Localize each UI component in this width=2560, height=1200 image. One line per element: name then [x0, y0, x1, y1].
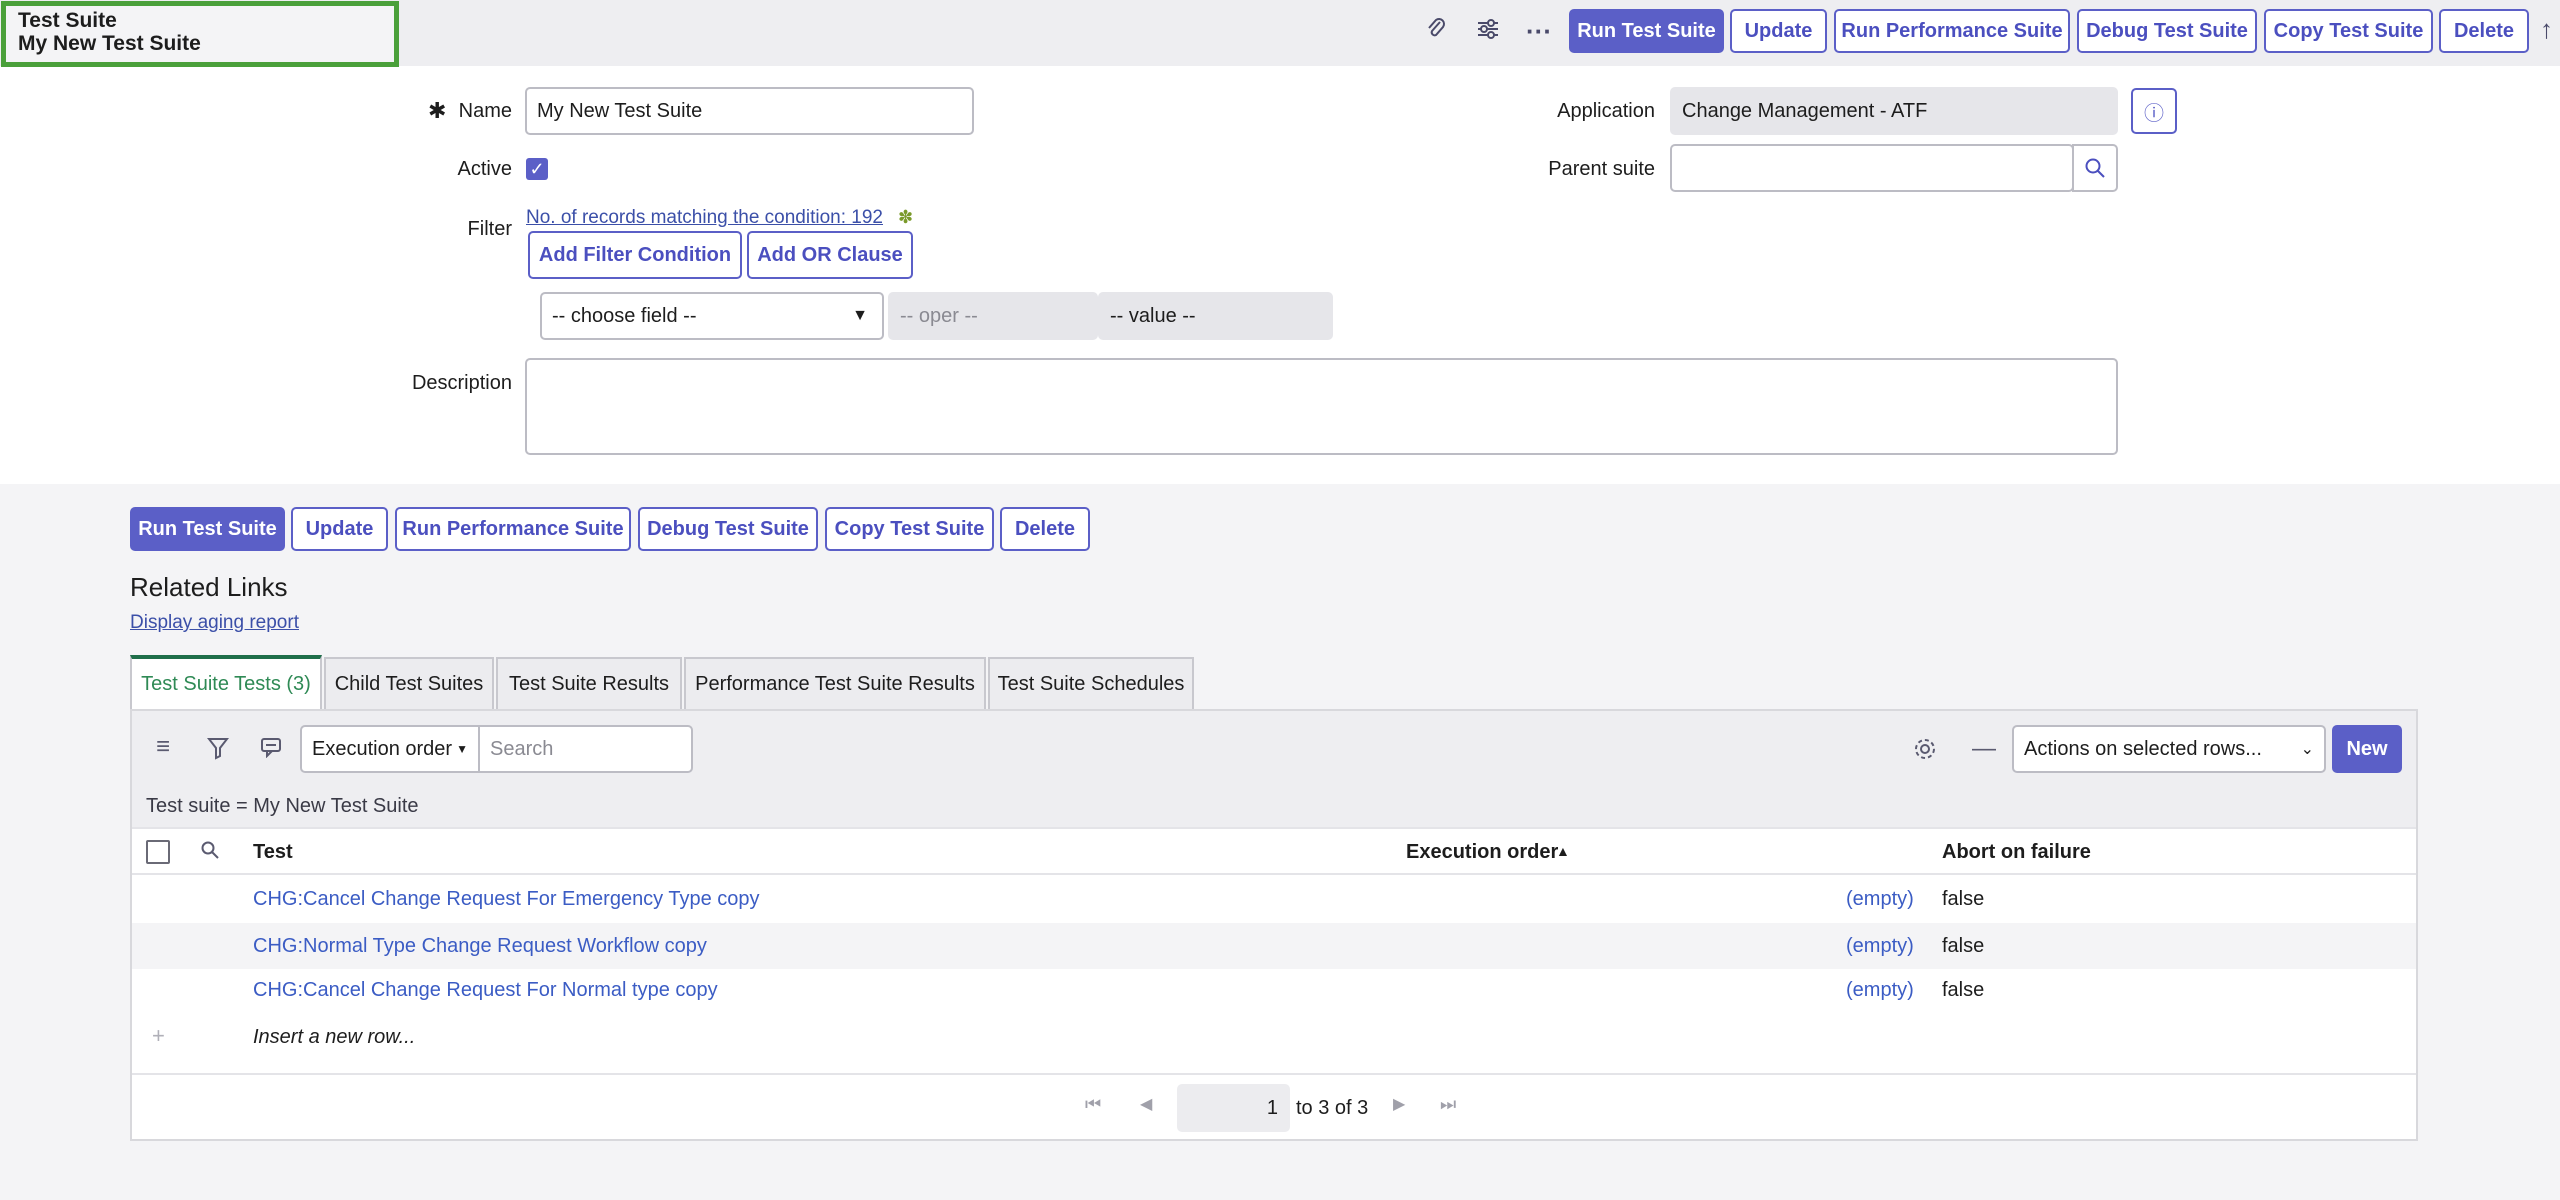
test-name-link[interactable]: CHG:Normal Type Change Request Workflow … — [253, 935, 707, 958]
page-number-input[interactable]: 1 — [1177, 1084, 1290, 1132]
header-run-performance-suite-button[interactable]: Run Performance Suite — [1834, 9, 2070, 53]
collapse-icon[interactable]: — — [1972, 735, 1996, 763]
tab-performance-test-suite-results[interactable]: Performance Test Suite Results — [684, 657, 986, 709]
previous-page-icon[interactable]: ◀ — [1140, 1094, 1152, 1114]
pagination-range: to 3 of 3 — [1296, 1097, 1369, 1119]
sort-ascending-icon: ▲ — [1556, 843, 1570, 859]
add-filter-condition-button[interactable]: Add Filter Condition — [528, 231, 742, 279]
header-delete-button[interactable]: Delete — [2439, 9, 2529, 53]
test-name-link[interactable]: CHG:Cancel Change Request For Normal typ… — [253, 979, 718, 1002]
abort-on-failure-cell: false — [1942, 888, 1985, 910]
filter-record-count-link[interactable]: No. of records matching the condition: 1… — [526, 207, 883, 229]
more-icon[interactable]: ··· — [1522, 16, 1556, 46]
chevron-down-icon: ▼ — [456, 742, 468, 756]
name-label: Name — [458, 100, 512, 122]
record-name-label: My New Test Suite — [18, 32, 201, 55]
breadcrumb[interactable]: Test suite = My New Test Suite — [146, 795, 419, 818]
debug-test-suite-button[interactable]: Debug Test Suite — [638, 507, 818, 551]
table-row: CHG:Normal Type Change Request Workflow … — [132, 923, 2416, 969]
first-page-icon[interactable]: ⏮ — [1085, 1094, 1101, 1115]
tab-test-suite-tests[interactable]: Test Suite Tests (3) — [130, 655, 322, 709]
application-label: Application — [1557, 100, 1655, 122]
table-row: CHG:Cancel Change Request For Normal typ… — [132, 969, 2416, 1015]
name-input[interactable]: My New Test Suite — [525, 87, 974, 135]
breadcrumb-bar — [132, 785, 2416, 827]
header-debug-test-suite-button[interactable]: Debug Test Suite — [2077, 9, 2257, 53]
insert-row[interactable]: + Insert a new row... — [132, 1015, 2416, 1061]
filter-label: Filter — [467, 218, 512, 240]
active-label: Active — [457, 158, 512, 180]
execution-order-cell[interactable]: (empty) — [1846, 888, 1914, 911]
hamburger-menu-icon[interactable]: ≡ — [156, 733, 170, 761]
paperclip-icon[interactable] — [1419, 16, 1453, 48]
filter-icon[interactable] — [206, 736, 230, 765]
list-search-input[interactable]: Search — [478, 725, 693, 773]
description-textarea[interactable] — [525, 358, 2118, 455]
next-page-icon[interactable]: ▶ — [1393, 1094, 1405, 1114]
header-run-test-suite-button[interactable]: Run Test Suite — [1569, 9, 1724, 53]
info-icon[interactable]: ⓘ — [2131, 88, 2177, 134]
tab-child-test-suites[interactable]: Child Test Suites — [324, 657, 494, 709]
abort-on-failure-cell: false — [1942, 935, 1985, 957]
table-row: CHG:Cancel Change Request For Emergency … — [132, 877, 2416, 923]
description-label: Description — [411, 372, 512, 394]
choose-field-select[interactable]: -- choose field -- ▼ — [540, 292, 884, 340]
last-page-icon[interactable]: ⏭ — [1440, 1094, 1456, 1115]
filter-refresh-icon[interactable]: ✽ — [898, 207, 913, 228]
parent-suite-label: Parent suite — [1548, 158, 1655, 180]
actions-value: Actions on selected rows... — [2024, 737, 2262, 760]
execution-order-cell[interactable]: (empty) — [1846, 935, 1914, 958]
operator-select[interactable]: -- oper -- — [888, 292, 1098, 340]
select-all-checkbox[interactable] — [146, 840, 170, 864]
column-header-test[interactable]: Test — [253, 841, 293, 864]
delete-button[interactable]: Delete — [1000, 507, 1090, 551]
run-performance-suite-button[interactable]: Run Performance Suite — [395, 507, 631, 551]
execution-order-cell[interactable]: (empty) — [1846, 979, 1914, 1002]
header-update-button[interactable]: Update — [1730, 9, 1827, 53]
insert-new-row-text[interactable]: Insert a new row... — [253, 1026, 415, 1049]
tab-test-suite-results[interactable]: Test Suite Results — [496, 657, 682, 709]
scroll-up-icon[interactable]: ↑ — [2540, 14, 2553, 45]
related-links-heading: Related Links — [130, 572, 288, 602]
search-icon[interactable] — [2072, 144, 2118, 192]
sort-field-value: Execution order — [312, 737, 453, 760]
gear-icon[interactable] — [1913, 737, 1937, 766]
sliders-icon[interactable] — [1471, 16, 1505, 48]
run-test-suite-button[interactable]: Run Test Suite — [130, 507, 285, 551]
new-record-button[interactable]: New — [2332, 725, 2402, 773]
update-button[interactable]: Update — [291, 507, 388, 551]
actions-on-selected-select[interactable]: Actions on selected rows... ⌄ — [2012, 725, 2326, 773]
value-input[interactable]: -- value -- — [1098, 292, 1333, 340]
application-field: Change Management - ATF — [1670, 87, 2118, 135]
header-copy-test-suite-button[interactable]: Copy Test Suite — [2264, 9, 2433, 53]
tab-test-suite-schedules[interactable]: Test Suite Schedules — [988, 657, 1194, 709]
column-header-abort-on-failure[interactable]: Abort on failure — [1942, 841, 2091, 864]
display-aging-report-link[interactable]: Display aging report — [130, 612, 299, 634]
column-header-execution-order[interactable]: Execution order — [1406, 841, 1558, 864]
add-or-clause-button[interactable]: Add OR Clause — [747, 231, 913, 279]
comment-icon[interactable] — [260, 736, 282, 763]
copy-test-suite-button[interactable]: Copy Test Suite — [825, 507, 994, 551]
test-name-link[interactable]: CHG:Cancel Change Request For Emergency … — [253, 888, 760, 911]
parent-suite-input[interactable] — [1670, 144, 2074, 192]
chevron-down-icon: ⌄ — [2300, 741, 2314, 758]
chevron-down-icon: ▼ — [852, 307, 868, 324]
active-checkbox[interactable]: ✓ — [526, 158, 548, 180]
plus-icon[interactable]: + — [152, 1023, 165, 1049]
column-search-icon[interactable] — [200, 840, 220, 865]
record-type-label: Test Suite — [18, 9, 117, 32]
choose-field-value: -- choose field -- — [552, 304, 697, 327]
pagination-divider — [132, 1073, 2416, 1075]
abort-on-failure-cell: false — [1942, 979, 1985, 1001]
sort-field-select[interactable]: Execution order ▼ — [300, 725, 480, 773]
